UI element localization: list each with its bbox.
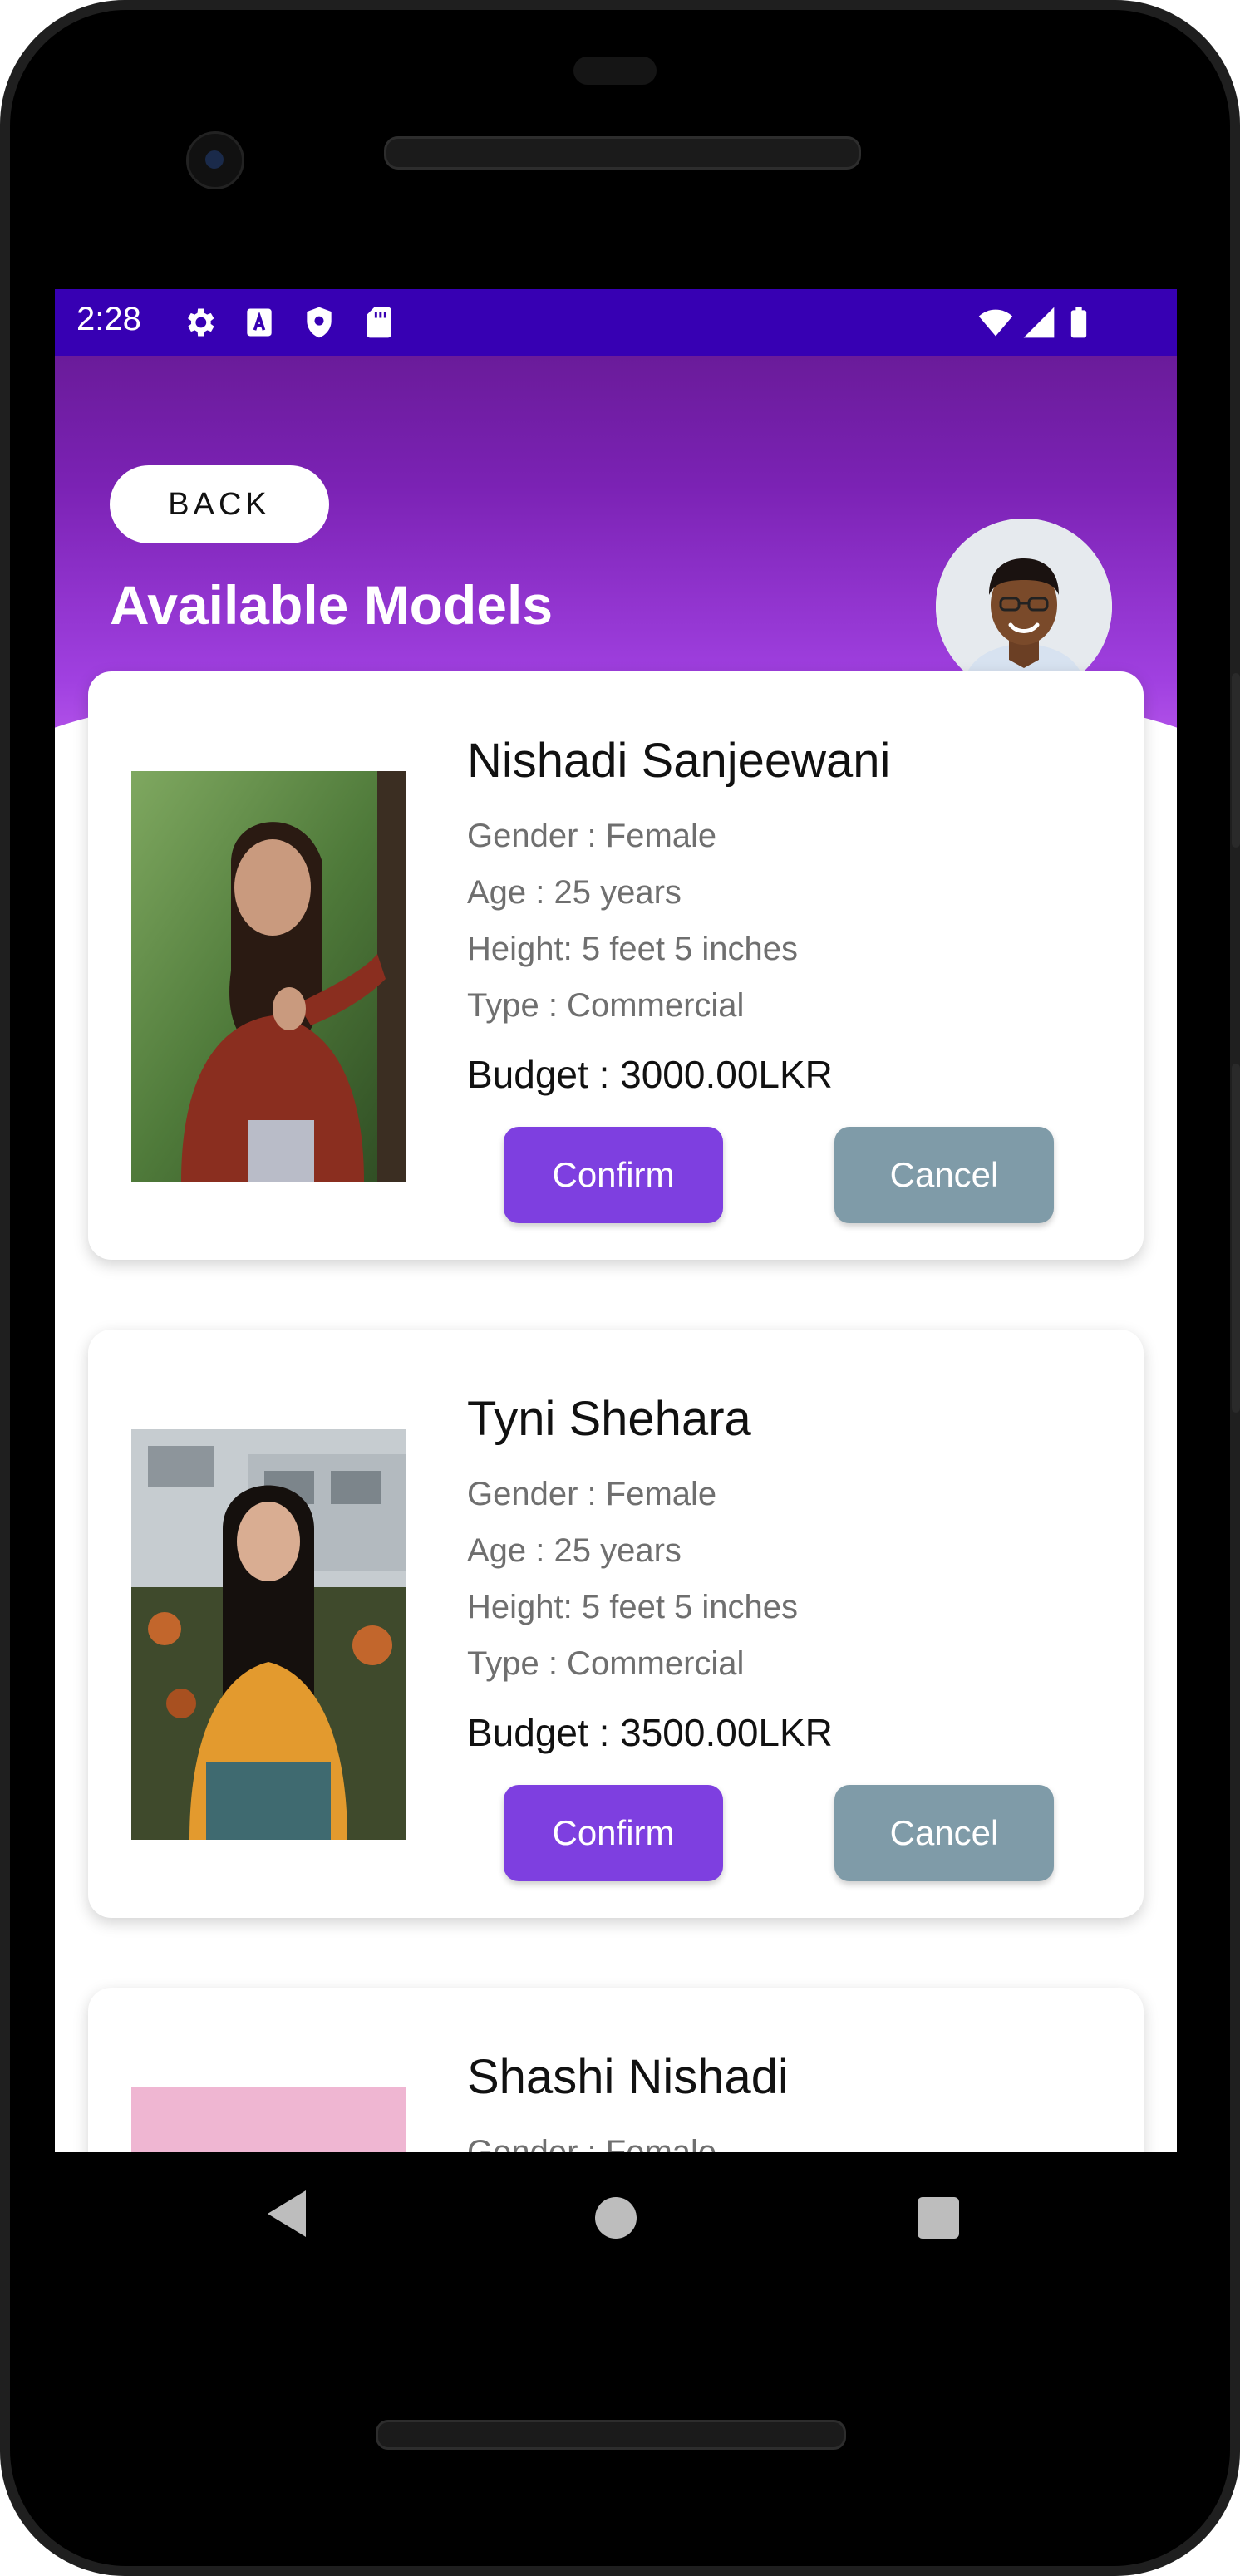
- model-gender: Gender : Female: [467, 818, 717, 854]
- model-photo-image: [131, 771, 406, 1182]
- confirm-button[interactable]: Confirm: [504, 1127, 723, 1223]
- status-time: 2:28: [76, 301, 141, 337]
- signal-icon: [1023, 307, 1055, 338]
- confirm-button[interactable]: Confirm: [504, 1785, 723, 1881]
- home-nav-icon[interactable]: [595, 2197, 637, 2239]
- recents-nav-icon[interactable]: [918, 2197, 959, 2239]
- shield-icon: [307, 307, 332, 338]
- volume-button: [1232, 673, 1240, 848]
- model-age: Age : 25 years: [467, 874, 682, 911]
- cancel-button[interactable]: Cancel: [834, 1127, 1054, 1223]
- cancel-button[interactable]: Cancel: [834, 1785, 1054, 1881]
- model-height: Height: 5 feet 5 inches: [467, 1589, 799, 1625]
- profile-avatar-icon: [936, 519, 1112, 695]
- model-photo-image: [131, 1429, 406, 1840]
- settings-icon: [188, 308, 214, 337]
- model-name: Tyni Shehara: [467, 1392, 751, 1446]
- battery-icon: [1070, 307, 1087, 338]
- model-photo-image: [131, 2087, 406, 2152]
- back-nav-icon[interactable]: [268, 2190, 306, 2237]
- model-name: Shashi Nishadi: [467, 2050, 789, 2104]
- model-type: Type : Commercial: [467, 987, 745, 1024]
- bottom-speaker: [376, 2420, 846, 2450]
- front-camera-icon: [186, 131, 244, 189]
- model-gender: Gender : Female: [467, 1476, 717, 1512]
- back-button[interactable]: BACK: [110, 465, 329, 543]
- model-gender: Gender : Female: [467, 2134, 717, 2152]
- sd-card-icon: [367, 307, 391, 338]
- model-budget: Budget : 3000.00LKR: [467, 1053, 833, 1096]
- wifi-icon: [978, 309, 1013, 337]
- page-title: Available Models: [110, 574, 554, 636]
- app-screen: 2:28 BACK Available Models Nishadi Sanje…: [55, 289, 1177, 2152]
- proximity-sensor: [573, 57, 657, 85]
- model-card: Tyni Shehara Gender : Female Age : 25 ye…: [88, 1330, 1144, 1918]
- model-type: Type : Commercial: [467, 1645, 745, 1682]
- model-name: Nishadi Sanjeewani: [467, 734, 891, 788]
- model-card: Shashi Nishadi Gender : Female: [88, 1988, 1144, 2152]
- model-age: Age : 25 years: [467, 1532, 682, 1569]
- model-photo: [131, 771, 406, 1182]
- power-button: [1232, 1064, 1240, 1413]
- avatar[interactable]: [936, 519, 1112, 695]
- earpiece-speaker: [384, 136, 861, 170]
- model-card: Nishadi Sanjeewani Gender : Female Age :…: [88, 671, 1144, 1260]
- model-photo: [131, 1429, 406, 1840]
- model-budget: Budget : 3500.00LKR: [467, 1711, 833, 1754]
- status-bar: 2:28: [55, 289, 1177, 356]
- model-photo: [131, 2087, 406, 2152]
- sim-a-icon: [247, 308, 272, 337]
- model-height: Height: 5 feet 5 inches: [467, 931, 799, 967]
